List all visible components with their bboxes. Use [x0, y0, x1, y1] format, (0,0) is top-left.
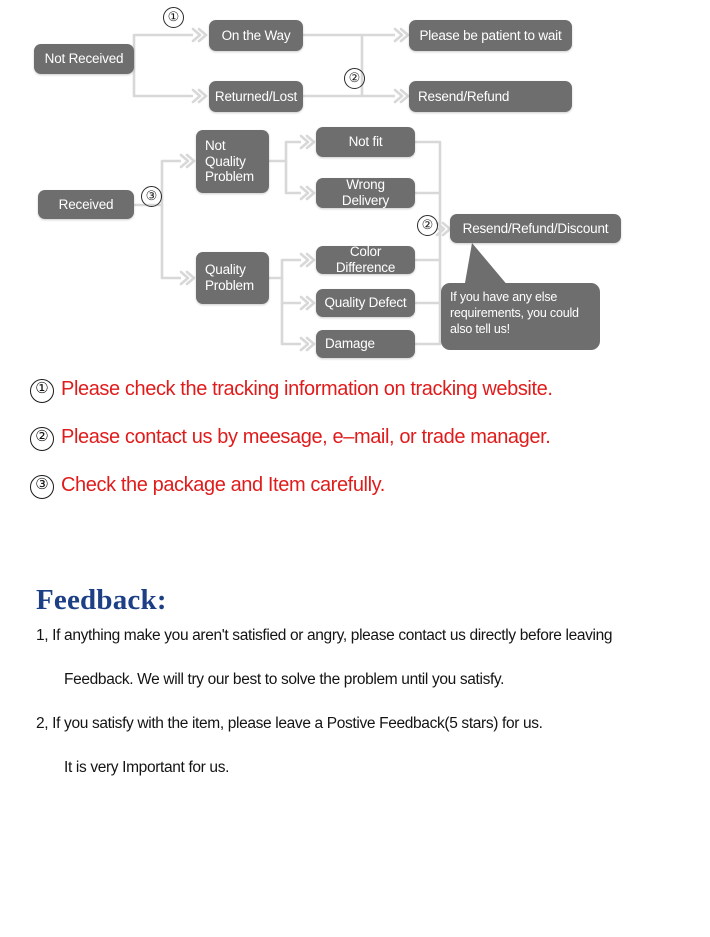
flow-node-quality-defect: Quality Defect: [316, 289, 415, 317]
flow-node-label: Received: [58, 196, 114, 212]
flow-node-label: Not Quality Problem: [205, 137, 254, 185]
feedback-section: Feedback: 1, If anything make you aren't…: [36, 583, 708, 801]
flow-node-label: Quality Defect: [324, 295, 407, 311]
flow-marker-2-top: ②: [344, 68, 365, 89]
flow-node-received: Received: [38, 190, 134, 219]
flow-node-quality-problem: Quality Problem: [196, 252, 269, 304]
flow-node-label: Damage: [325, 336, 375, 352]
note-text: Check the package and Item carefully.: [61, 474, 385, 496]
flow-node-not-received: Not Received: [34, 44, 134, 74]
flow-node-on-the-way: On the Way: [209, 20, 303, 51]
flow-node-label: Returned/Lost: [214, 88, 298, 104]
flow-marker-1: ①: [163, 7, 184, 28]
note-number: ②: [30, 427, 54, 451]
flow-node-returned-lost: Returned/Lost: [209, 81, 303, 112]
flow-node-label: Not fit: [348, 134, 383, 150]
flow-node-not-quality-problem: Not Quality Problem: [196, 130, 269, 193]
flow-node-wrong-delivery: Wrong Delivery: [316, 177, 415, 208]
flow-node-please-be-patient: Please be patient to wait: [409, 20, 572, 51]
note-item: ③ Check the package and Item carefully.: [30, 472, 690, 520]
flow-node-damage: Damage: [316, 330, 415, 358]
flow-node-label: On the Way: [221, 27, 291, 43]
flow-node-label: Quality Problem: [205, 262, 254, 293]
flow-marker-2-discount: ②: [417, 215, 438, 236]
flowchart: Not Received On the Way Returned/Lost Pl…: [0, 0, 710, 372]
flow-marker-3: ③: [141, 186, 162, 207]
flow-callout-balloon: If you have any else requirements, you c…: [441, 283, 600, 350]
note-text: Please contact us by meesage, e–mail, or…: [61, 426, 551, 448]
feedback-line: Feedback. We will try our best to solve …: [64, 671, 505, 688]
note-item: ② Please contact us by meesage, e–mail, …: [30, 424, 690, 472]
flow-node-label: Not Received: [44, 51, 124, 67]
feedback-line: It is very Important for us.: [64, 759, 230, 776]
feedback-line: 1, If anything make you aren't satisfied…: [36, 627, 613, 644]
flow-node-resend-refund: Resend/Refund: [409, 81, 572, 112]
flow-node-label: Resend/Refund: [418, 88, 510, 104]
feedback-heading: Feedback:: [36, 584, 167, 616]
flow-node-color-difference: Color Difference: [316, 244, 415, 275]
flow-node-label: Resend/Refund/Discount: [462, 220, 609, 236]
note-number: ①: [30, 379, 54, 403]
flow-node-label: Wrong Delivery: [341, 177, 390, 208]
flow-node-label: Please be patient to wait: [419, 27, 562, 43]
feedback-line: 2, If you satisfy with the item, please …: [36, 715, 543, 732]
note-number: ③: [30, 475, 54, 499]
notes-list: ① Please check the tracking information …: [30, 376, 690, 520]
note-text: Please check the tracking information on…: [61, 378, 553, 400]
flow-node-label: Color Difference: [335, 244, 396, 275]
flow-node-resend-refund-discount: Resend/Refund/Discount: [450, 214, 621, 243]
note-item: ① Please check the tracking information …: [30, 376, 690, 424]
flow-node-not-fit: Not fit: [316, 127, 415, 157]
